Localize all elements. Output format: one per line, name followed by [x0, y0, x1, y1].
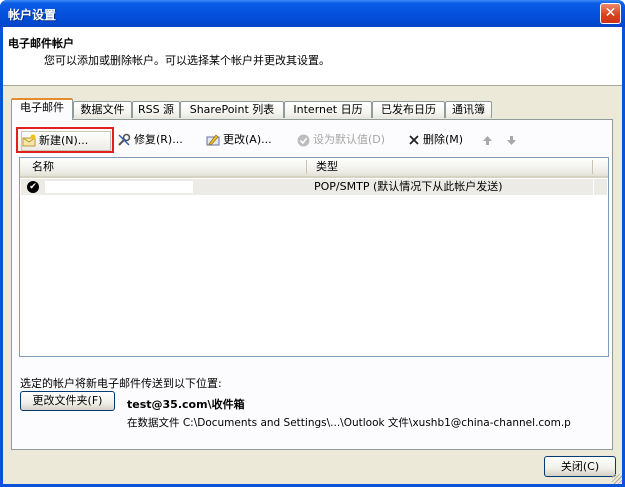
move-down-button[interactable]	[506, 131, 517, 149]
new-button-highlight: 新建(N)...	[16, 127, 114, 153]
dialog-header: 电子邮件帐户 您可以添加或删除帐户。可以选择某个帐户并更改其设置。	[3, 27, 622, 86]
tab-rss-feeds[interactable]: RSS 源	[132, 101, 180, 118]
change-label: 更改(A)...	[223, 133, 272, 146]
set-default-button[interactable]: 设为默认值(D)	[297, 131, 385, 149]
title-bar[interactable]: 帐户设置 ✕	[0, 0, 625, 27]
window-close-button[interactable]: ✕	[600, 3, 621, 24]
tab-sharepoint-lists[interactable]: SharePoint 列表	[180, 101, 284, 118]
move-up-button[interactable]	[482, 131, 493, 149]
column-type[interactable]: 类型	[316, 158, 338, 176]
column-divider[interactable]	[306, 160, 307, 174]
wrench-icon	[118, 133, 131, 146]
new-account-icon	[22, 134, 36, 147]
header-subtitle: 您可以添加或删除帐户。可以选择某个帐户并更改其设置。	[44, 54, 330, 67]
change-folder-button[interactable]: 更改文件夹(F)	[20, 391, 115, 411]
delivery-label: 选定的帐户将新电子邮件传送到以下位置:	[20, 377, 222, 390]
column-divider[interactable]	[592, 160, 593, 174]
close-button[interactable]: 关闭(C)	[544, 456, 616, 477]
dialog-client-area: 电子邮件帐户 您可以添加或删除帐户。可以选择某个帐户并更改其设置。 电子邮件 数…	[3, 27, 622, 484]
delete-x-icon	[409, 135, 419, 145]
default-account-icon: ✔	[27, 181, 39, 193]
checkmark-circle-icon	[297, 134, 310, 146]
resize-grip[interactable]	[612, 474, 622, 484]
repair-label: 修复(R)...	[134, 133, 183, 146]
row-filler	[594, 179, 607, 195]
change-button[interactable]: 更改(A)...	[206, 131, 272, 149]
remove-button[interactable]: 删除(M)	[408, 131, 463, 149]
account-name	[45, 181, 193, 193]
set-default-label: 设为默认值(D)	[313, 133, 386, 146]
list-header: 名称 类型	[20, 158, 608, 178]
remove-label: 删除(M)	[423, 133, 464, 146]
account-list[interactable]: 名称 类型 ✔ POP/SMTP (默认情况下从此帐户发送)	[19, 157, 609, 357]
account-settings-window: 帐户设置 ✕ 电子邮件帐户 您可以添加或删除帐户。可以选择某个帐户并更改其设置。…	[0, 0, 625, 487]
tab-data-files[interactable]: 数据文件	[73, 101, 132, 118]
new-account-label: 新建(N)...	[39, 134, 89, 147]
header-title: 电子邮件帐户	[8, 37, 74, 50]
delivery-target: test@35.com\收件箱	[127, 398, 245, 411]
column-name[interactable]: 名称	[32, 158, 54, 176]
change-account-icon	[206, 134, 220, 146]
repair-button[interactable]: 修复(R)...	[117, 131, 183, 149]
tab-internet-calendars[interactable]: Internet 日历	[284, 101, 372, 118]
window-title: 帐户设置	[8, 8, 57, 22]
arrow-up-icon	[483, 135, 492, 145]
account-type: POP/SMTP (默认情况下从此帐户发送)	[314, 180, 503, 193]
arrow-down-icon	[507, 135, 516, 145]
tab-email[interactable]: 电子邮件	[11, 98, 73, 120]
delivery-data-file: 在数据文件 C:\Documents and Settings\...\Outl…	[127, 417, 571, 429]
tab-address-books[interactable]: 通讯簿	[445, 101, 492, 118]
account-row[interactable]: ✔ POP/SMTP (默认情况下从此帐户发送)	[21, 179, 593, 195]
tab-published-calendars[interactable]: 已发布日历	[372, 101, 445, 118]
new-account-button[interactable]: 新建(N)...	[21, 131, 111, 151]
